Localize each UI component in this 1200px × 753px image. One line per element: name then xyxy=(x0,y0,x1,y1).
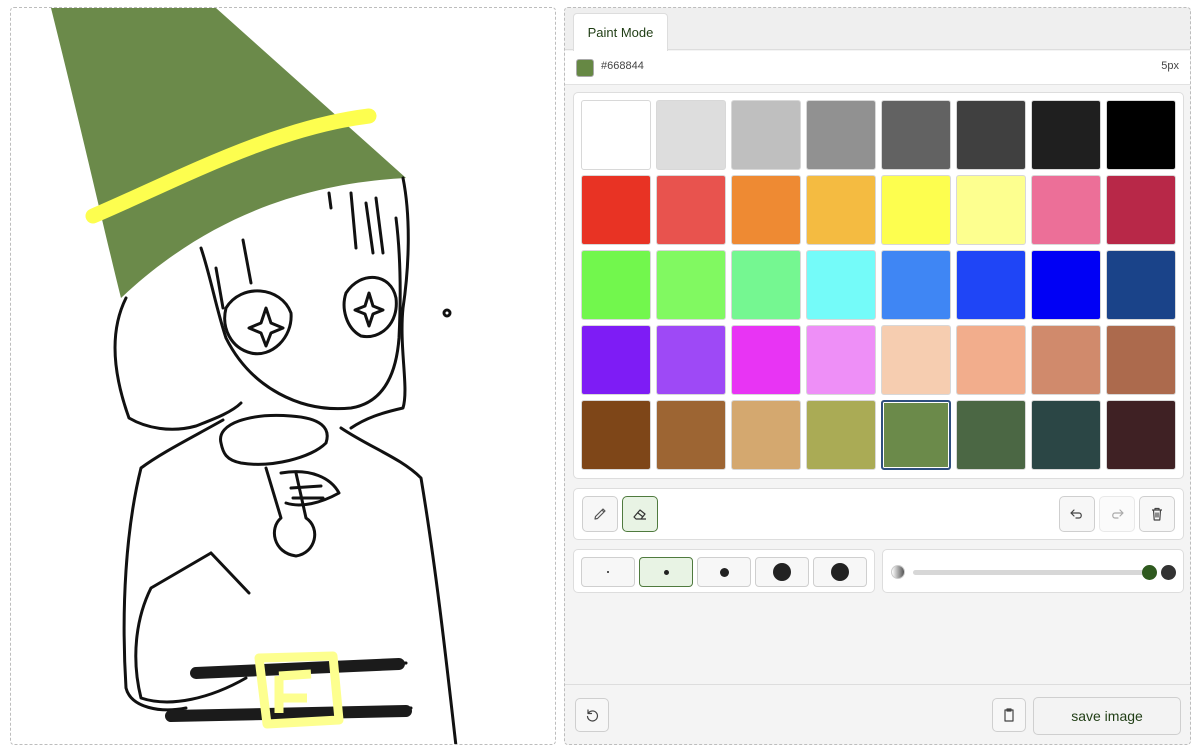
canvas-artwork xyxy=(51,8,458,744)
palette-swatch[interactable] xyxy=(656,250,726,320)
palette-swatch[interactable] xyxy=(881,250,951,320)
opacity-slider-thumb[interactable] xyxy=(1142,565,1157,580)
clipboard-icon xyxy=(1004,708,1014,722)
eraser-button[interactable] xyxy=(622,496,658,532)
color-palette-card xyxy=(573,92,1184,479)
brush-dot-icon xyxy=(663,569,669,575)
reset-icon xyxy=(586,709,599,722)
current-color-row: #668844 5px xyxy=(565,51,1190,85)
reset-button[interactable] xyxy=(575,698,609,732)
brush-dot-icon xyxy=(773,563,791,581)
palette-swatch[interactable] xyxy=(881,175,951,245)
palette-swatch[interactable] xyxy=(956,325,1026,395)
brush-size-readout: 5px xyxy=(1161,60,1179,72)
eraser-icon xyxy=(633,509,646,520)
palette-swatch[interactable] xyxy=(1106,175,1176,245)
palette-swatch[interactable] xyxy=(581,325,651,395)
tool-bar xyxy=(573,488,1184,540)
brush-size-option[interactable] xyxy=(697,557,751,587)
palette-swatch[interactable] xyxy=(731,400,801,470)
palette-swatch[interactable] xyxy=(656,325,726,395)
palette-swatch[interactable] xyxy=(1031,400,1101,470)
palette-swatch[interactable] xyxy=(806,400,876,470)
palette-swatch[interactable] xyxy=(656,400,726,470)
palette-swatch[interactable] xyxy=(881,325,951,395)
redo-button[interactable] xyxy=(1099,496,1135,532)
brush-size-option[interactable] xyxy=(581,557,635,587)
palette-swatch[interactable] xyxy=(1106,325,1176,395)
brush-dot-icon xyxy=(607,571,609,573)
palette-swatch[interactable] xyxy=(956,250,1026,320)
eye-right xyxy=(342,276,398,339)
trash-icon xyxy=(1152,507,1162,521)
tab-paint-mode[interactable]: Paint Mode xyxy=(573,13,668,51)
palette-swatch[interactable] xyxy=(1031,325,1101,395)
palette-swatch[interactable] xyxy=(1031,250,1101,320)
undo-button[interactable] xyxy=(1059,496,1095,532)
palette-swatch[interactable] xyxy=(956,100,1026,170)
palette-swatch[interactable] xyxy=(731,325,801,395)
paint-panel: Paint Mode #668844 5px save image xyxy=(564,7,1191,745)
palette-swatch[interactable] xyxy=(956,400,1026,470)
bottom-action-bar: save image xyxy=(565,684,1190,744)
hand xyxy=(279,470,341,507)
opacity-slider-track[interactable] xyxy=(913,570,1149,575)
arm xyxy=(134,551,251,704)
pencil-icon xyxy=(594,508,606,520)
brush-dot-icon xyxy=(719,567,729,577)
brush-size-selector xyxy=(573,549,875,593)
palette-swatch[interactable] xyxy=(731,250,801,320)
palette-swatch[interactable] xyxy=(1031,175,1101,245)
belt-band-lower xyxy=(165,705,412,722)
drawing-canvas[interactable] xyxy=(10,7,556,745)
palette-swatch[interactable] xyxy=(731,175,801,245)
palette-swatch[interactable] xyxy=(1031,100,1101,170)
tab-bar: Paint Mode xyxy=(565,8,1190,51)
opacity-gradient-icon xyxy=(891,565,905,579)
palette-swatch[interactable] xyxy=(806,250,876,320)
palette-swatch[interactable] xyxy=(956,175,1026,245)
pencil-button[interactable] xyxy=(582,496,618,532)
brush-size-option[interactable] xyxy=(755,557,809,587)
palette-swatch[interactable] xyxy=(581,250,651,320)
hair-left xyxy=(113,296,243,431)
eye-sparkle-right xyxy=(353,291,385,328)
brush-size-option[interactable] xyxy=(813,557,867,587)
undo-icon xyxy=(1070,509,1082,519)
color-palette xyxy=(581,100,1176,470)
palette-swatch[interactable] xyxy=(581,100,651,170)
current-color-swatch xyxy=(576,59,594,77)
redo-icon xyxy=(1112,509,1124,519)
palette-swatch[interactable] xyxy=(656,100,726,170)
palette-swatch[interactable] xyxy=(656,175,726,245)
current-color-hex: #668844 xyxy=(601,60,644,72)
clear-canvas-button[interactable] xyxy=(1139,496,1175,532)
save-image-button[interactable]: save image xyxy=(1033,697,1181,735)
opacity-slider-card xyxy=(882,549,1184,593)
palette-swatch[interactable] xyxy=(806,100,876,170)
palette-swatch[interactable] xyxy=(1106,100,1176,170)
eye-sparkle-left xyxy=(247,306,285,348)
brush-size-option[interactable] xyxy=(639,557,693,587)
palette-swatch[interactable] xyxy=(581,400,651,470)
palette-swatch[interactable] xyxy=(1106,400,1176,470)
dot-mark xyxy=(442,308,452,318)
palette-swatch[interactable] xyxy=(881,400,951,470)
palette-swatch[interactable] xyxy=(806,325,876,395)
brush-dot-icon xyxy=(831,563,849,581)
palette-swatch[interactable] xyxy=(1106,250,1176,320)
palette-swatch[interactable] xyxy=(806,175,876,245)
palette-swatch[interactable] xyxy=(581,175,651,245)
bangs xyxy=(199,216,402,411)
palette-swatch[interactable] xyxy=(731,100,801,170)
opacity-full-icon xyxy=(1161,565,1176,580)
clipboard-button[interactable] xyxy=(992,698,1026,732)
eye-left xyxy=(223,289,293,356)
palette-swatch[interactable] xyxy=(881,100,951,170)
